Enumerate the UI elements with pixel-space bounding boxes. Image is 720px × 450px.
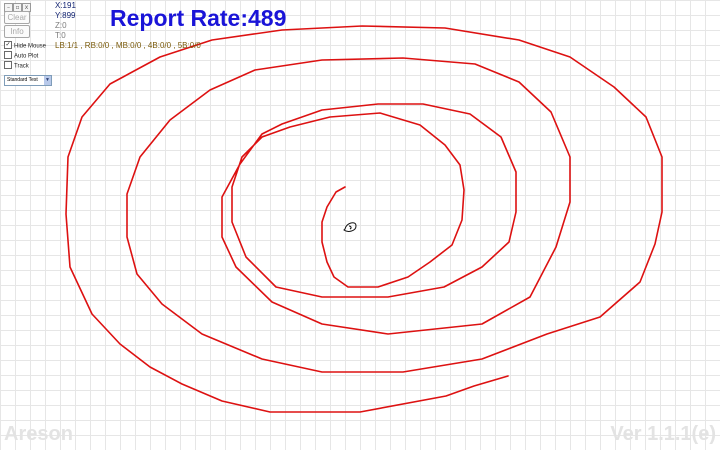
- clear-button[interactable]: Clear: [4, 11, 30, 24]
- restore-icon: ▫: [15, 4, 20, 11]
- test-mode-select[interactable]: Standard Test ▼: [4, 75, 52, 86]
- report-rate-display: Report Rate:489: [110, 5, 287, 31]
- hide-mouse-check-icon: ✓: [4, 41, 12, 49]
- mouse-trace-line: [65, 25, 663, 413]
- mouse-cursor-marker: [343, 222, 357, 232]
- close-icon: x: [24, 4, 29, 11]
- info-button[interactable]: Info: [4, 25, 30, 38]
- y-coordinate-readout: Y:899: [55, 11, 76, 20]
- auto-plot-label: Auto Plot: [14, 53, 39, 60]
- test-mode-value: Standard Test: [7, 77, 38, 83]
- version-watermark: Ver 1.1.1(e): [610, 423, 716, 445]
- track-checkbox[interactable]: Track: [4, 61, 29, 71]
- x-coordinate-readout: X:191: [55, 1, 76, 10]
- z-readout: Z:0: [55, 21, 67, 30]
- hide-mouse-checkbox[interactable]: ✓ Hide Mouse: [4, 41, 47, 51]
- hide-mouse-label: Hide Mouse: [14, 43, 47, 50]
- auto-plot-checkbox[interactable]: Auto Plot: [4, 51, 39, 61]
- track-box-icon: [4, 61, 12, 69]
- brand-watermark: Areson: [4, 423, 73, 445]
- mouse-trace-canvas[interactable]: [0, 0, 720, 450]
- auto-plot-box-icon: [4, 51, 12, 59]
- t-readout: T:0: [55, 31, 66, 40]
- track-label: Track: [14, 63, 29, 70]
- chevron-down-icon[interactable]: ▼: [44, 76, 51, 85]
- button-counts-readout: LB:1/1 , RB:0/0 , MB:0/0 , 4B:0/0 , 5B:0…: [55, 41, 201, 50]
- minimize-icon: –: [7, 4, 10, 11]
